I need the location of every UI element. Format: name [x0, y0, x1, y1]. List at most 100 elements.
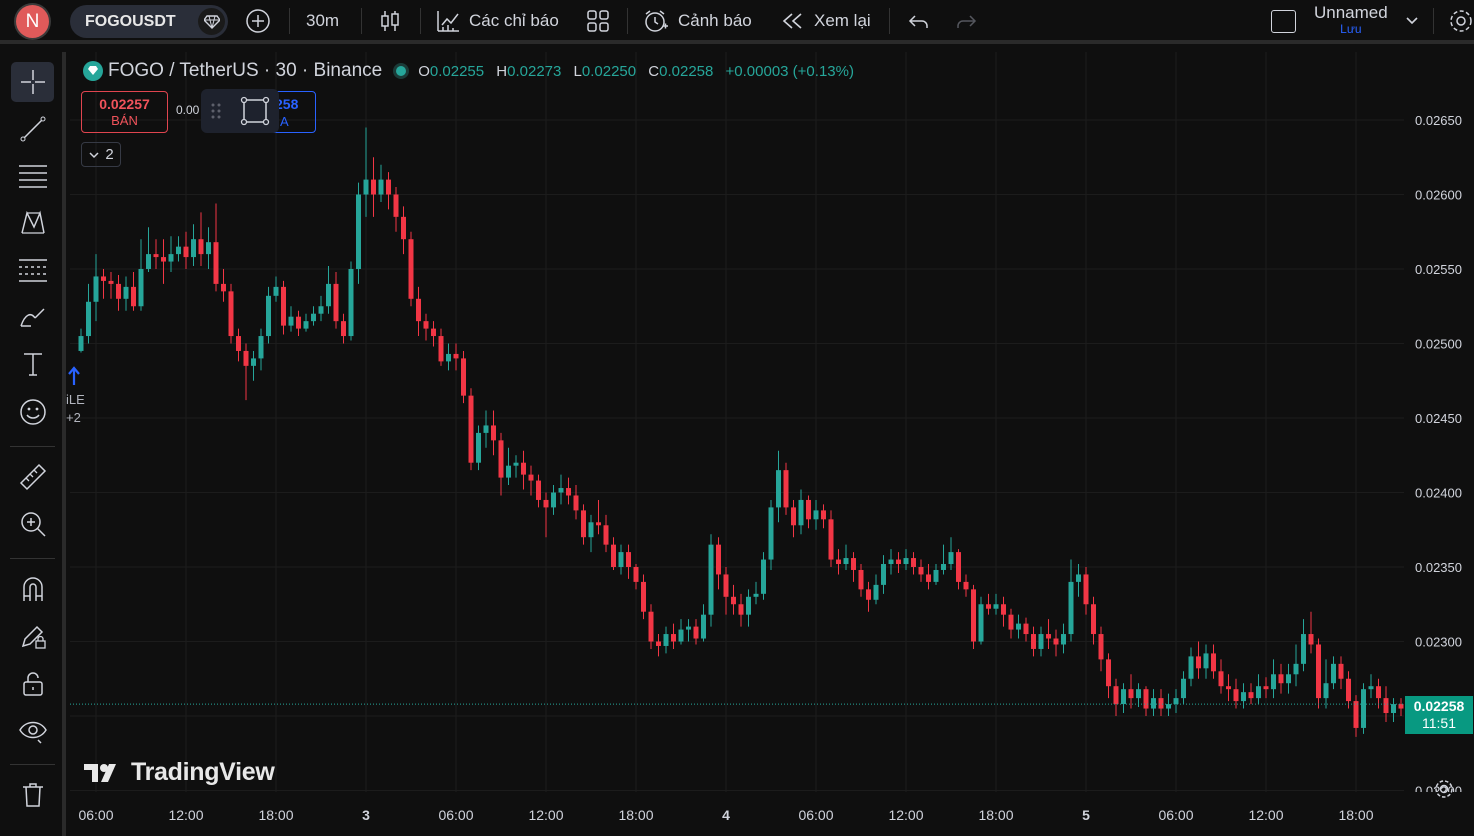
candle — [708, 534, 714, 627]
candle — [341, 313, 346, 344]
toolbar-divider — [10, 558, 55, 559]
candle — [1143, 686, 1149, 716]
candle — [686, 619, 691, 642]
measure-tool[interactable] — [11, 457, 54, 497]
undo-button[interactable] — [907, 0, 931, 42]
candle-body — [348, 269, 354, 337]
lock-drawings-tool[interactable] — [11, 664, 54, 704]
time-axis[interactable]: 06:00 12:00 18:00 3 06:00 12:00 18:00 4 06:00 12:… — [70, 794, 1404, 836]
candle-body — [1293, 663, 1299, 675]
candle — [1241, 683, 1246, 709]
drag-handle-icon[interactable] — [210, 102, 222, 120]
candle-body — [386, 179, 391, 195]
sell-button[interactable]: 0.02257 BÁN — [81, 91, 168, 133]
rectangle-select-icon[interactable] — [240, 96, 270, 126]
collapse-indicators-button[interactable]: 2 — [81, 142, 121, 167]
indicators-button[interactable]: Các chỉ báo — [435, 0, 559, 42]
candle-body — [761, 559, 766, 594]
candle — [408, 231, 414, 307]
ohlc-values: O0.02255 H0.02273 L0.02250 C0.02258 +0.0… — [418, 63, 862, 80]
indicator-count: 2 — [105, 146, 114, 163]
candle-body — [1263, 686, 1269, 690]
candle-body — [821, 510, 826, 520]
alerts-button[interactable]: Cảnh báo — [643, 0, 752, 42]
candle-body — [948, 552, 954, 565]
layout-menu-button[interactable] — [1405, 0, 1419, 42]
floating-drawing-toolbar[interactable] — [201, 89, 279, 133]
candle — [1286, 663, 1291, 694]
candle — [618, 544, 624, 575]
candle-body — [708, 544, 714, 615]
candle — [866, 581, 871, 612]
candle-body — [183, 246, 189, 258]
chart-type-button[interactable] — [378, 0, 402, 42]
candle — [596, 499, 601, 535]
interval-button[interactable]: 30m — [306, 0, 339, 42]
candle — [453, 343, 459, 371]
forecast-tool[interactable] — [11, 250, 54, 290]
candle-body — [1188, 656, 1194, 679]
candle-body — [551, 492, 556, 508]
candle — [1226, 674, 1231, 702]
layouts-button[interactable] — [586, 0, 610, 42]
pattern-tool[interactable] — [11, 203, 54, 243]
candle — [273, 276, 279, 302]
candle — [858, 564, 864, 597]
layout-toggle-checkbox[interactable] — [1271, 0, 1296, 42]
sell-price: 0.02257 — [99, 96, 150, 112]
symbol-gem-icon[interactable] — [198, 8, 225, 35]
top-toolbar: N FOGOUSDT 30m Các chỉ báo Cảnh báo Xem … — [0, 0, 1474, 44]
compare-symbol-button[interactable] — [245, 0, 271, 42]
candle-body — [566, 488, 571, 496]
replay-button[interactable]: Xem lại — [781, 0, 871, 42]
candle-body — [686, 626, 691, 630]
user-avatar[interactable]: N — [16, 5, 49, 38]
trend-line-tool[interactable] — [11, 109, 54, 149]
symbol-title[interactable]: FOGO / TetherUS · 30 · Binance — [108, 60, 382, 82]
brush-tool[interactable] — [11, 297, 54, 337]
magnet-tool[interactable] — [11, 569, 54, 609]
candle — [146, 227, 151, 272]
icon-tool[interactable] — [11, 392, 54, 432]
remove-drawings-tool[interactable] — [11, 775, 54, 815]
candle — [108, 271, 114, 299]
candle — [1188, 647, 1194, 687]
candle-body — [911, 558, 916, 567]
candle — [693, 619, 699, 645]
horizontal-lines-tool[interactable] — [11, 156, 54, 196]
zoom-in-tool[interactable] — [11, 504, 54, 544]
candle-body — [663, 634, 669, 646]
event-marker[interactable] — [68, 366, 80, 391]
candle-body — [228, 291, 234, 337]
candle — [371, 157, 376, 217]
gear-icon — [1435, 780, 1453, 798]
candle-body — [678, 629, 684, 642]
candle — [1038, 626, 1044, 657]
candle — [1211, 644, 1216, 679]
layout-name-button[interactable]: Unnamed Lưu — [1314, 3, 1388, 41]
candle-body — [701, 614, 706, 639]
price-axis[interactable]: 0.02650 0.02600 0.02550 0.02500 0.02450 0.024… — [1404, 52, 1474, 792]
candle — [1083, 567, 1089, 615]
candle — [1061, 623, 1066, 654]
axis-settings-button[interactable] — [1433, 778, 1455, 805]
y-tick-label: 0.02450 — [1415, 411, 1462, 426]
candle-body — [1301, 634, 1306, 664]
hide-drawings-tool[interactable] — [11, 711, 54, 751]
quick-search-button[interactable] — [1448, 0, 1474, 42]
symbol-search-button[interactable]: FOGOUSDT — [70, 5, 228, 38]
candle-body — [1241, 692, 1246, 702]
candle — [626, 544, 631, 579]
candle — [251, 350, 256, 381]
stay-drawing-mode-tool[interactable] — [11, 616, 54, 656]
candle-body — [768, 507, 774, 560]
text-tool[interactable] — [11, 344, 54, 384]
candle — [491, 410, 496, 456]
price-chart[interactable] — [70, 52, 1404, 792]
candle-body — [1256, 686, 1261, 699]
candle-body — [206, 242, 211, 255]
candle — [1196, 641, 1201, 679]
candle — [611, 537, 616, 570]
redo-button[interactable] — [954, 0, 978, 42]
crosshair-tool[interactable] — [11, 62, 54, 102]
